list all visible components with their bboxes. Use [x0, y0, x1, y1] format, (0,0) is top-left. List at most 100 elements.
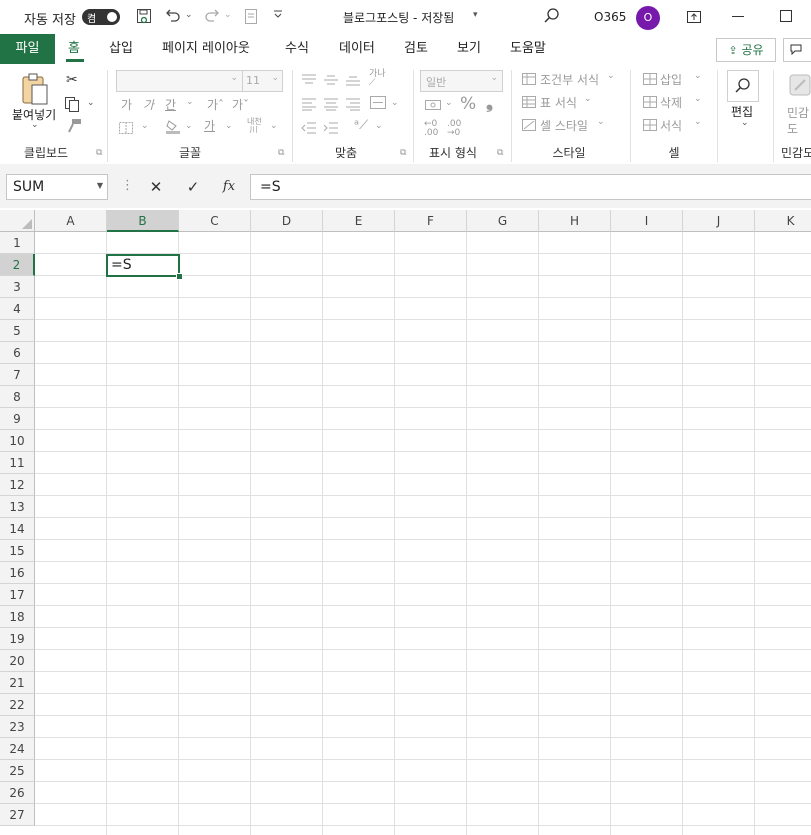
row-header-20[interactable]: 20 — [0, 650, 35, 672]
underline-icon[interactable]: 간 — [165, 96, 176, 113]
column-header-c[interactable]: C — [179, 210, 251, 232]
paste-icon[interactable] — [20, 72, 50, 110]
format-cells-dropdown-icon[interactable]: ⌄ — [694, 117, 702, 127]
delete-cells-icon[interactable] — [642, 94, 658, 113]
customize-toolbar-icon[interactable] — [272, 8, 284, 23]
sensitivity-icon[interactable] — [788, 72, 811, 102]
borders-dropdown-icon[interactable]: ⌄ — [141, 121, 149, 131]
column-header-j[interactable]: J — [683, 210, 755, 232]
column-header-b[interactable]: B — [107, 210, 179, 232]
phonetic-dropdown-icon[interactable]: ⌄ — [270, 121, 278, 131]
row-header-25[interactable]: 25 — [0, 760, 35, 782]
row-header-9[interactable]: 9 — [0, 408, 35, 430]
column-header-f[interactable]: F — [395, 210, 467, 232]
fill-color-dropdown-icon[interactable]: ⌄ — [185, 121, 193, 131]
accounting-format-icon[interactable] — [424, 97, 442, 116]
column-header-e[interactable]: E — [323, 210, 395, 232]
row-header-14[interactable]: 14 — [0, 518, 35, 540]
maximize-icon[interactable] — [780, 10, 792, 22]
align-left-icon[interactable] — [301, 96, 317, 115]
redo-dropdown-icon[interactable]: ⌄ — [224, 10, 232, 20]
name-box[interactable]: SUM ▼ — [6, 174, 108, 200]
delete-cells-dropdown-icon[interactable]: ⌄ — [694, 94, 702, 104]
column-header-g[interactable]: G — [467, 210, 539, 232]
underline-dropdown-icon[interactable]: ⌄ — [186, 97, 194, 107]
insert-cells-icon[interactable] — [642, 71, 658, 90]
format-cells-icon[interactable] — [642, 117, 658, 136]
format-painter-icon[interactable] — [66, 118, 82, 138]
insert-function-button[interactable]: fx — [214, 174, 244, 200]
phonetic-icon[interactable]: 내천 川 — [247, 118, 262, 134]
row-header-18[interactable]: 18 — [0, 606, 35, 628]
delete-cells-label[interactable]: 삭제 — [660, 94, 682, 111]
column-header-i[interactable]: I — [611, 210, 683, 232]
clipboard-launcher-icon[interactable]: ⧉ — [96, 148, 102, 158]
minimize-icon[interactable] — [732, 16, 744, 17]
formula-input[interactable]: =S — [250, 174, 811, 200]
fill-color-icon[interactable] — [165, 118, 181, 138]
format-as-table-icon[interactable] — [521, 94, 537, 113]
font-name-combo[interactable]: ⌄ — [116, 70, 243, 92]
cell-styles-label[interactable]: 셀 스타일 — [540, 117, 588, 134]
format-cells-label[interactable]: 서식 — [660, 117, 682, 134]
row-header-10[interactable]: 10 — [0, 430, 35, 452]
row-header-3[interactable]: 3 — [0, 276, 35, 298]
insert-cells-label[interactable]: 삽입 — [660, 71, 682, 88]
row-header-26[interactable]: 26 — [0, 782, 35, 804]
number-format-combo[interactable]: 일반 ⌄ — [420, 70, 503, 92]
accounting-dropdown-icon[interactable]: ⌄ — [445, 98, 453, 108]
text-angle-dropdown-icon[interactable]: ⌄ — [375, 121, 383, 131]
title-dropdown-icon[interactable]: ▾ — [473, 10, 478, 20]
document-title[interactable]: 블로그포스팅 - 저장됨 — [343, 9, 454, 26]
save-icon[interactable] — [136, 8, 152, 28]
find-select-button[interactable] — [727, 70, 759, 102]
tab-page-layout[interactable]: 페이지 레이아웃 — [162, 34, 250, 64]
autosave-toggle[interactable]: 켬 — [82, 9, 120, 25]
enter-button[interactable]: ✓ — [178, 174, 208, 200]
row-header-8[interactable]: 8 — [0, 386, 35, 408]
orientation-icon[interactable]: 가나 ⟋ — [369, 70, 386, 88]
row-header-5[interactable]: 5 — [0, 320, 35, 342]
row-header-27[interactable]: 27 — [0, 804, 35, 826]
font-launcher-icon[interactable]: ⧉ — [278, 148, 284, 158]
comments-button[interactable] — [783, 38, 811, 62]
search-icon[interactable] — [543, 7, 561, 29]
align-right-icon[interactable] — [345, 96, 361, 115]
decrease-indent-icon[interactable] — [301, 120, 317, 139]
font-color-dropdown-icon[interactable]: ⌄ — [225, 121, 233, 131]
column-header-h[interactable]: H — [539, 210, 611, 232]
bold-icon[interactable]: 가 — [121, 96, 132, 113]
cancel-entry-button[interactable]: ✕ — [141, 174, 171, 200]
row-header-15[interactable]: 15 — [0, 540, 35, 562]
conditional-format-label[interactable]: 조건부 서식 — [540, 71, 599, 88]
select-all-button[interactable] — [0, 210, 35, 232]
fill-handle[interactable] — [176, 273, 183, 280]
column-header-k[interactable]: K — [755, 210, 811, 232]
row-header-7[interactable]: 7 — [0, 364, 35, 386]
tab-file[interactable]: 파일 — [0, 34, 55, 64]
wrap-text-icon[interactable] — [369, 95, 387, 114]
row-header-13[interactable]: 13 — [0, 496, 35, 518]
undo-dropdown-icon[interactable]: ⌄ — [185, 10, 193, 20]
copy-dropdown-icon[interactable]: ⌄ — [87, 98, 95, 108]
row-header-24[interactable]: 24 — [0, 738, 35, 760]
increase-indent-icon[interactable] — [323, 120, 339, 139]
tab-review[interactable]: 검토 — [404, 34, 428, 64]
align-middle-icon[interactable] — [323, 72, 339, 91]
alignment-launcher-icon[interactable]: ⧉ — [400, 148, 406, 158]
tab-data[interactable]: 데이터 — [339, 34, 375, 64]
ribbon-display-icon[interactable] — [686, 9, 702, 28]
row-header-23[interactable]: 23 — [0, 716, 35, 738]
decrease-font-icon[interactable]: 가ˇ — [232, 96, 249, 113]
format-as-table-label[interactable]: 표 서식 — [540, 94, 577, 111]
active-cell-b2[interactable]: =S — [106, 254, 180, 277]
sensitivity-label-line1[interactable]: 민감 — [787, 104, 809, 121]
paste-dropdown-icon[interactable]: ⌄ — [31, 120, 39, 130]
redo-icon[interactable] — [203, 7, 221, 27]
wrap-dropdown-icon[interactable]: ⌄ — [391, 98, 399, 108]
share-button[interactable]: ⇪ 공유 — [716, 38, 776, 62]
align-top-icon[interactable] — [301, 72, 317, 91]
row-header-21[interactable]: 21 — [0, 672, 35, 694]
italic-icon[interactable]: 가 — [143, 96, 154, 113]
align-center-icon[interactable] — [323, 96, 339, 115]
